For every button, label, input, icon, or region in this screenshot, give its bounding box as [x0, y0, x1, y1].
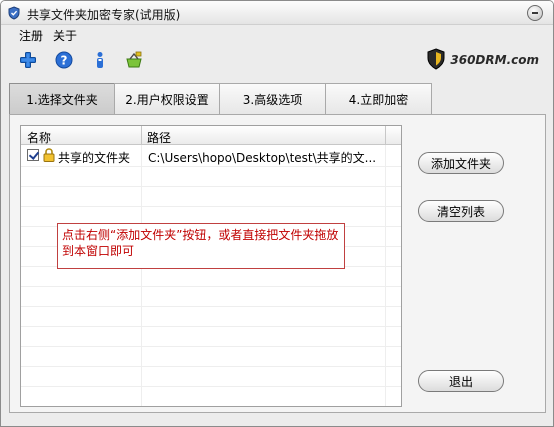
help-icon[interactable]: ?: [55, 51, 73, 69]
grid-divider: [21, 346, 401, 347]
basket-icon[interactable]: [125, 51, 143, 69]
list-header: 名称 路径: [21, 126, 401, 145]
info-icon[interactable]: [91, 51, 109, 69]
grid-divider: [21, 306, 401, 307]
tab-label: 4.立即加密: [348, 93, 409, 107]
shield-logo-icon: [426, 47, 446, 73]
column-header-path[interactable]: 路径: [147, 129, 171, 146]
folder-list[interactable]: 名称 路径 共享的文件夹 C:\Users\hopo\Desktop\test\…: [20, 125, 402, 407]
tab-label: 1.选择文件夹: [26, 93, 98, 107]
step-tabs: 1.选择文件夹 2.用户权限设置 3.高级选项 4.立即加密: [9, 83, 432, 115]
app-window: 共享文件夹加密专家(试用版) 注册 关于 ? 360DRM.com 1.选择文件…: [0, 0, 554, 427]
tab-label: 3.高级选项: [242, 93, 303, 107]
menu-bar: 注册 关于: [1, 25, 553, 45]
window-title: 共享文件夹加密专家(试用版): [27, 8, 181, 22]
grid-divider: [385, 145, 386, 406]
grid-divider: [141, 145, 142, 406]
tab-select-folder[interactable]: 1.选择文件夹: [9, 83, 115, 115]
app-shield-icon: [7, 6, 21, 20]
grid-divider: [21, 166, 401, 167]
exit-button[interactable]: 退出: [418, 370, 504, 392]
tab-user-permissions[interactable]: 2.用户权限设置: [114, 83, 220, 115]
column-header-name[interactable]: 名称: [27, 129, 51, 146]
title-bar: 共享文件夹加密专家(试用版): [1, 1, 553, 25]
column-separator[interactable]: [141, 126, 142, 145]
row-checkbox[interactable]: [27, 149, 39, 161]
folder-name: 共享的文件夹: [58, 151, 131, 165]
svg-text:?: ?: [61, 54, 68, 68]
grid-divider: [21, 186, 401, 187]
add-folder-button[interactable]: 添加文件夹: [418, 152, 504, 174]
grid-divider: [21, 286, 401, 287]
tab-encrypt-now[interactable]: 4.立即加密: [325, 83, 432, 115]
menu-item-about[interactable]: 关于: [53, 27, 77, 44]
instruction-hint: 点击右侧“添加文件夹”按钮，或者直接把文件夹拖放到本窗口即可: [57, 223, 345, 269]
clear-list-button[interactable]: 清空列表: [418, 200, 504, 222]
column-separator[interactable]: [385, 126, 386, 145]
minimize-button[interactable]: [527, 5, 543, 21]
grid-divider: [21, 326, 401, 327]
brand-text: 360DRM.com: [450, 53, 539, 67]
menu-item-register[interactable]: 注册: [19, 27, 43, 44]
lock-icon: [43, 148, 55, 162]
table-row[interactable]: 共享的文件夹 C:\Users\hopo\Desktop\test\共享的文..…: [21, 146, 401, 166]
folder-path: C:\Users\hopo\Desktop\test\共享的文...: [148, 151, 377, 165]
plus-icon[interactable]: [19, 51, 37, 69]
tab-label: 2.用户权限设置: [125, 93, 209, 107]
grid-divider: [21, 206, 401, 207]
tab-panel: 名称 路径 共享的文件夹 C:\Users\hopo\Desktop\test\…: [9, 114, 546, 413]
tab-advanced-options[interactable]: 3.高级选项: [219, 83, 326, 115]
brand-logo: 360DRM.com: [426, 47, 539, 73]
grid-divider: [21, 366, 401, 367]
grid-divider: [21, 386, 401, 387]
